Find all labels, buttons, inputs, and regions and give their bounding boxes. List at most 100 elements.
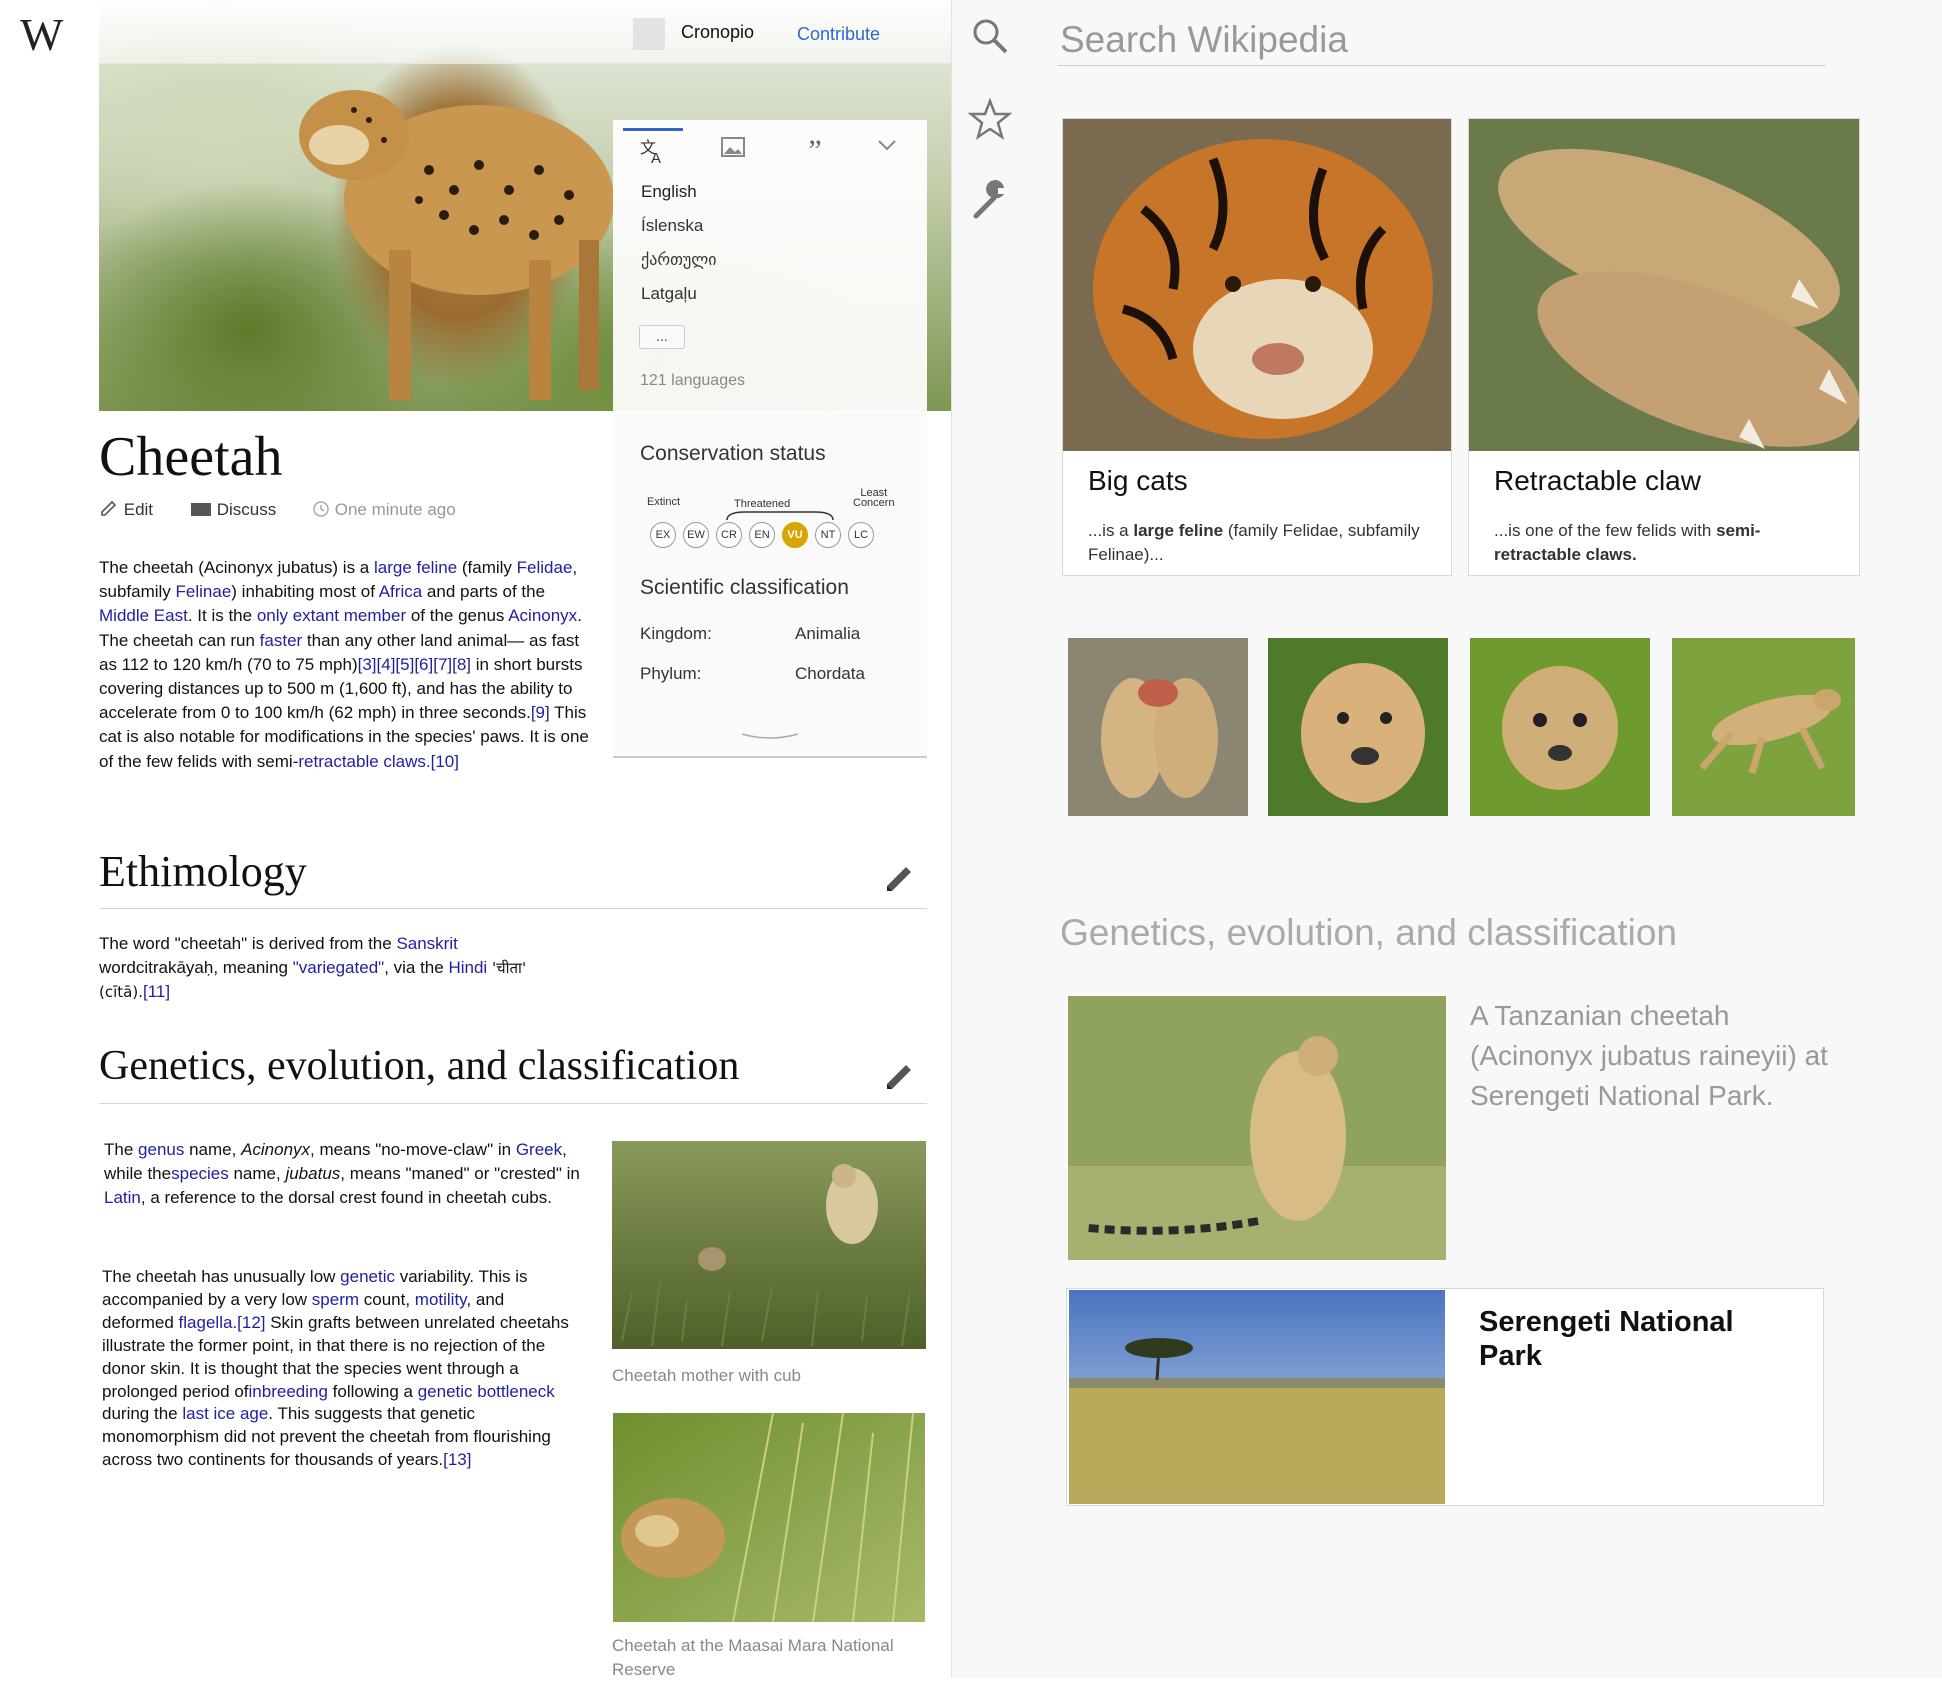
contribute-link[interactable]: Contribute: [797, 24, 880, 45]
gallery-thumbnail[interactable]: [1268, 638, 1448, 816]
link[interactable]: Felinae: [176, 582, 232, 601]
avatar[interactable]: [633, 18, 665, 50]
link[interactable]: only extant member: [257, 606, 406, 625]
link[interactable]: "variegated": [293, 958, 384, 977]
quote-icon[interactable]: ”: [785, 128, 845, 168]
language-item[interactable]: Íslenska: [641, 216, 703, 236]
citation-link[interactable]: [11]: [143, 982, 170, 1001]
pencil-icon: [101, 500, 117, 516]
cheetah-maasai-mara-image[interactable]: [613, 1413, 925, 1622]
edit-button[interactable]: Edit: [99, 500, 153, 520]
link[interactable]: Greek: [516, 1140, 562, 1159]
edit-label: Edit: [123, 500, 154, 519]
language-panel: 文 A ” English Íslenska ქართული Latgaļu .…: [613, 120, 927, 412]
link[interactable]: Sanskrit: [396, 934, 457, 953]
link[interactable]: inbreeding: [249, 1382, 328, 1401]
link[interactable]: species: [171, 1164, 229, 1183]
tiger-image: [1063, 119, 1451, 451]
citation-link[interactable]: flagella.[12]: [179, 1313, 266, 1332]
status-cr: CR: [716, 522, 742, 548]
image-icon: [721, 137, 745, 157]
link[interactable]: retractable claws.[10]: [298, 752, 459, 771]
link[interactable]: Middle East: [99, 606, 188, 625]
discuss-label: Discuss: [216, 500, 277, 519]
related-card-serengeti[interactable]: Serengeti National Park: [1066, 1288, 1824, 1506]
status-nt: NT: [815, 522, 841, 548]
related-card-big-cats[interactable]: Big cats ...is a large feline (family Fe…: [1062, 118, 1452, 576]
genetics-paragraph-1: The genus name, Acinonyx, means "no-move…: [104, 1140, 580, 1208]
link[interactable]: Acinonyx: [508, 606, 577, 625]
link[interactable]: genus: [138, 1140, 184, 1159]
gallery-thumbnail[interactable]: [1672, 638, 1855, 816]
search-icon[interactable]: [970, 16, 1014, 60]
tab-languages[interactable]: 文 A: [623, 128, 683, 168]
search-input[interactable]: [1058, 14, 1826, 66]
pane-divider: [951, 0, 952, 1678]
status-lc: LC: [848, 522, 874, 548]
edit-section-pencil-icon[interactable]: [882, 1060, 916, 1094]
conservation-status-title: Conservation status: [640, 442, 826, 465]
card-title: Retractable claw: [1494, 465, 1701, 496]
username-link[interactable]: Cronopio: [681, 22, 754, 43]
divider: [99, 1103, 927, 1104]
link[interactable]: genetic: [340, 1267, 395, 1286]
status-ex: EX: [650, 522, 676, 548]
least-concern-label: Least Concern: [853, 487, 895, 509]
card-title: Big cats: [1088, 465, 1188, 496]
link[interactable]: genetic bottleneck: [418, 1382, 555, 1401]
link[interactable]: motility: [415, 1290, 467, 1309]
chevron-down-icon[interactable]: [857, 128, 917, 168]
translate-icon: 文 A: [640, 138, 661, 167]
extinct-label: Extinct: [647, 496, 681, 508]
wikipedia-logo[interactable]: W: [20, 8, 63, 61]
intro-paragraph: The cheetah (Acinonyx jubatus) is a larg…: [99, 558, 589, 771]
serengeti-image: [1069, 1290, 1445, 1504]
ethimology-paragraph: The word "cheetah" is derived from the S…: [99, 934, 527, 1002]
related-card-retractable-claw[interactable]: Retractable claw ...is one of the few fe…: [1468, 118, 1860, 576]
figure-caption: Cheetah mother with cub: [612, 1366, 801, 1385]
expand-chevron-icon[interactable]: [613, 727, 927, 750]
related-section-heading: Genetics, evolution, and classification: [1060, 912, 1678, 953]
citation-link[interactable]: [9]: [531, 703, 550, 722]
citation-link[interactable]: [13]: [443, 1450, 471, 1469]
section-heading-genetics: Genetics, evolution, and classification: [99, 1043, 740, 1089]
link[interactable]: large feline: [374, 558, 457, 577]
link[interactable]: Latin: [104, 1188, 141, 1207]
tab-images[interactable]: [703, 128, 763, 168]
link[interactable]: faster: [260, 631, 303, 650]
link[interactable]: last ice age: [182, 1404, 268, 1423]
gallery-thumbnail[interactable]: [1470, 638, 1650, 816]
page-title: Cheetah: [99, 426, 283, 488]
kingdom-value: Animalia: [795, 624, 861, 643]
more-languages-button[interactable]: ...: [639, 325, 685, 349]
section-heading-ethimology: Ethimology: [99, 847, 307, 896]
gallery-thumbnail[interactable]: [1068, 638, 1248, 816]
kingdom-label: Kingdom:: [640, 624, 712, 643]
citation-link[interactable]: [3][4][5][6][7][8]: [358, 655, 471, 674]
status-en: EN: [749, 522, 775, 548]
language-item[interactable]: ქართული: [641, 250, 717, 269]
link[interactable]: sperm: [312, 1290, 359, 1309]
feature-caption: A Tanzanian cheetah (Acinonyx jubatus ra…: [1470, 1000, 1828, 1111]
claw-image: [1469, 119, 1859, 451]
clock-icon: [313, 501, 329, 517]
status-vu-active: VU: [782, 522, 808, 548]
link[interactable]: Africa: [379, 582, 422, 601]
link[interactable]: Felidae: [517, 558, 573, 577]
last-edit-label: One minute ago: [334, 500, 456, 519]
card-description: ...is a large feline (family Felidae, su…: [1088, 521, 1420, 564]
phylum-label: Phylum:: [640, 664, 702, 683]
star-icon[interactable]: [968, 98, 1012, 142]
cheetah-mother-cub-image[interactable]: [612, 1141, 926, 1349]
tanzanian-cheetah-image[interactable]: [1068, 996, 1446, 1260]
language-item[interactable]: Latgaļu: [641, 284, 697, 304]
edit-section-pencil-icon[interactable]: [882, 862, 916, 896]
card-description: ...is one of the few felids with semi-re…: [1494, 521, 1761, 564]
threatened-brace: [726, 511, 834, 521]
wrench-icon[interactable]: [970, 178, 1014, 222]
discuss-button[interactable]: Discuss: [190, 500, 276, 520]
language-item[interactable]: English: [641, 182, 697, 202]
link[interactable]: Hindi: [448, 958, 487, 977]
scientific-classification-title: Scientific classification: [640, 576, 849, 599]
history-link[interactable]: One minute ago: [312, 500, 456, 520]
